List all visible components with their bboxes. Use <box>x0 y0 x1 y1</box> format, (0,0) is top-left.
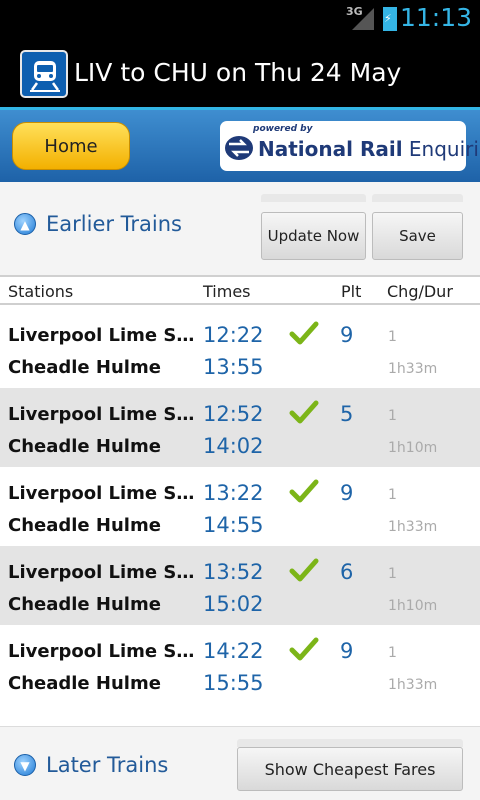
changes-count: 1 <box>388 566 397 582</box>
on-time-check-icon <box>289 558 319 582</box>
arrive-time: 13:55 <box>203 355 264 379</box>
platform-number: 5 <box>340 402 354 426</box>
origin-station: Liverpool Lime Street <box>8 562 196 583</box>
depart-time: 12:52 <box>203 402 264 426</box>
later-trains-link[interactable]: ▼ Later Trains <box>14 753 168 777</box>
screen-title: LIV to CHU on Thu 24 May <box>74 58 402 87</box>
col-times: Times <box>203 282 251 301</box>
destination-station: Cheadle Hulme <box>8 594 161 615</box>
national-rail-logo[interactable]: powered by National Rail Enquiries <box>220 121 480 171</box>
journey-row[interactable]: Liverpool Lime Street Cheadle Hulme 13:2… <box>0 467 480 546</box>
platform-number: 9 <box>340 639 354 663</box>
journey-duration: 1h10m <box>388 598 438 614</box>
journey-row[interactable]: Liverpool Lime Street Cheadle Hulme 12:2… <box>0 309 480 388</box>
on-time-check-icon <box>289 321 319 345</box>
depart-time: 14:22 <box>203 639 264 663</box>
platform-number: 6 <box>340 560 354 584</box>
bottom-toolbar: ▼ Later Trains Show Cheapest Fares <box>0 726 480 800</box>
destination-station: Cheadle Hulme <box>8 436 161 457</box>
header-band: Home powered by National Rail Enquiries <box>0 110 480 182</box>
up-arrow-icon: ▲ <box>14 213 36 235</box>
destination-station: Cheadle Hulme <box>8 515 161 536</box>
earlier-trains-link[interactable]: ▲ Earlier Trains <box>14 212 182 236</box>
journey-row[interactable]: Liverpool Lime Street Cheadle Hulme 13:5… <box>0 546 480 625</box>
journey-duration: 1h33m <box>388 677 438 693</box>
double-arrow-icon <box>225 136 253 160</box>
save-button[interactable]: Save <box>372 212 463 260</box>
earlier-trains-label: Earlier Trains <box>46 212 182 236</box>
origin-station: Liverpool Lime Street <box>8 483 196 504</box>
train-icon[interactable] <box>20 50 68 98</box>
col-changes-duration: Chg/Dur <box>387 282 453 301</box>
depart-time: 13:22 <box>203 481 264 505</box>
origin-station: Liverpool Lime Street <box>8 325 196 346</box>
depart-time: 13:52 <box>203 560 264 584</box>
later-trains-label: Later Trains <box>46 753 169 777</box>
platform-number: 9 <box>340 481 354 505</box>
down-arrow-icon: ▼ <box>14 754 36 776</box>
journey-duration: 1h33m <box>388 361 438 377</box>
journey-list: Liverpool Lime Street Cheadle Hulme 12:2… <box>0 309 480 704</box>
platform-number: 9 <box>340 323 354 347</box>
journey-duration: 1h33m <box>388 519 438 535</box>
journey-duration: 1h10m <box>388 440 438 456</box>
destination-station: Cheadle Hulme <box>8 357 161 378</box>
changes-count: 1 <box>388 329 397 345</box>
arrive-time: 14:02 <box>203 434 264 458</box>
brand-name: National Rail Enquiries <box>258 137 480 161</box>
battery-charging-icon <box>383 7 397 31</box>
on-time-check-icon <box>289 479 319 503</box>
journey-toolbar: ▲ Earlier Trains Update Now Save <box>0 182 480 275</box>
arrive-time: 15:55 <box>203 671 264 695</box>
journey-row[interactable]: Liverpool Lime Street Cheadle Hulme 14:2… <box>0 625 480 704</box>
destination-station: Cheadle Hulme <box>8 673 161 694</box>
changes-count: 1 <box>388 487 397 503</box>
button-tab-decor <box>372 194 463 202</box>
journey-row[interactable]: Liverpool Lime Street Cheadle Hulme 12:5… <box>0 388 480 467</box>
button-tab-decor <box>261 194 366 202</box>
on-time-check-icon <box>289 400 319 424</box>
button-tab-decor <box>237 739 463 747</box>
changes-count: 1 <box>388 645 397 661</box>
origin-station: Liverpool Lime Street <box>8 404 196 425</box>
action-bar: LIV to CHU on Thu 24 May <box>0 38 480 110</box>
on-time-check-icon <box>289 637 319 661</box>
update-now-button[interactable]: Update Now <box>261 212 366 260</box>
show-cheapest-fares-button[interactable]: Show Cheapest Fares <box>237 747 463 791</box>
powered-by-label: powered by <box>253 124 313 134</box>
signal-icon <box>352 8 374 30</box>
column-headers: Stations Times Plt Chg/Dur <box>0 275 480 305</box>
depart-time: 12:22 <box>203 323 264 347</box>
status-clock: 11:13 <box>399 3 472 32</box>
arrive-time: 14:55 <box>203 513 264 537</box>
home-button[interactable]: Home <box>12 122 130 170</box>
status-bar: 3G 11:13 <box>0 0 480 38</box>
col-stations: Stations <box>8 282 74 301</box>
col-platform: Plt <box>341 282 362 301</box>
changes-count: 1 <box>388 408 397 424</box>
origin-station: Liverpool Lime Street <box>8 641 196 662</box>
arrive-time: 15:02 <box>203 592 264 616</box>
